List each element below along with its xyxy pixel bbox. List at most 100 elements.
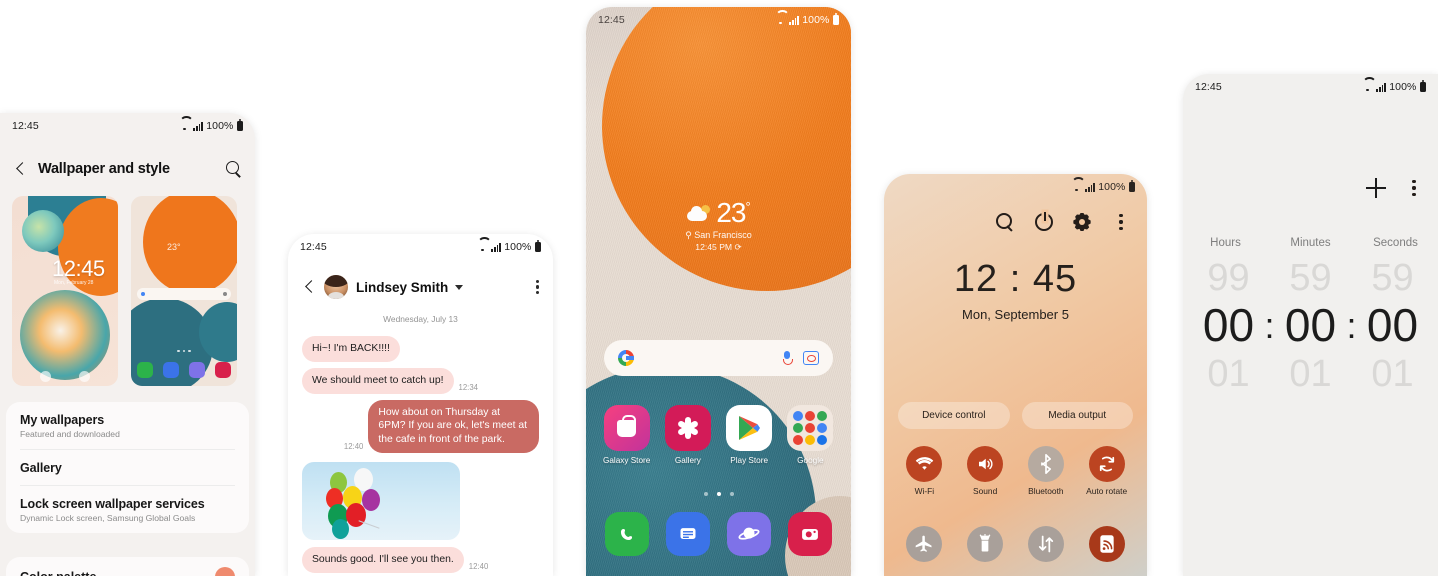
battery-icon	[236, 119, 243, 131]
wheel-row-selected: 00 : 00 : 00	[1183, 297, 1438, 355]
flashlight-icon[interactable]	[967, 526, 1004, 562]
quick-settings-header-icons	[995, 212, 1131, 232]
messages-icon[interactable]	[665, 512, 710, 556]
wheel-hours-above: 99	[1207, 257, 1250, 299]
play-store-glyph	[739, 416, 761, 440]
avatar[interactable]	[324, 275, 348, 299]
timer-wheel[interactable]: 99 59 59 00 : 00 : 00 01 01 01	[1183, 259, 1438, 393]
phone-icon[interactable]	[604, 512, 649, 556]
device-control-button[interactable]: Device control	[898, 402, 1010, 429]
battery-percent: 100%	[504, 241, 532, 253]
hotspot-icon[interactable]	[1088, 526, 1125, 562]
bluetooth-icon	[1027, 446, 1064, 482]
preview-home-searchbar	[137, 288, 231, 300]
toggle-sound[interactable]: Sound	[957, 446, 1013, 497]
toggle-wifi[interactable]: Wi-Fi	[896, 446, 952, 497]
app-gallery[interactable]: Gallery	[659, 405, 717, 465]
wallpaper-previews: 12:45 Mon, February 28 23°	[12, 196, 243, 386]
app-galaxy-store[interactable]: Galaxy Store	[598, 405, 656, 465]
back-icon[interactable]	[302, 279, 318, 295]
signal-icon	[789, 15, 800, 25]
page-title: Wallpaper and style	[38, 161, 170, 177]
app-label: Gallery	[674, 456, 701, 465]
color-palette-row[interactable]: Color palette	[6, 557, 249, 576]
list-item[interactable]: Lock screen wallpaper services Dynamic L…	[20, 486, 235, 533]
page-indicator[interactable]	[586, 492, 851, 496]
weather-widget[interactable]: 23 ° ⚲ San Francisco 12:45 PM ⟳	[586, 197, 851, 253]
lock-screen-preview[interactable]: 12:45 Mon, February 28	[12, 196, 118, 386]
timer-column-labels: Hours Minutes Seconds	[1183, 237, 1438, 249]
wheel-seconds-selected[interactable]: 00	[1359, 297, 1427, 355]
message-bubble[interactable]: How about on Thursday at 6PM? If you are…	[368, 399, 539, 454]
back-icon[interactable]	[12, 160, 30, 178]
weather-degree-symbol: °	[745, 199, 750, 214]
internet-icon[interactable]	[727, 512, 772, 556]
toggle-bluetooth[interactable]: Bluetooth	[1018, 446, 1074, 497]
play-store-icon	[726, 405, 773, 451]
home-dock	[596, 512, 841, 556]
status-bar: 12:45 100%	[586, 7, 851, 33]
status-time: 12:45	[598, 14, 625, 26]
quick-settings-toggle-row-2	[894, 526, 1137, 562]
home-screen-phone: 12:45 100% 23 ° ⚲ San Francisco 12:45 PM…	[586, 7, 851, 576]
google-lens-icon[interactable]	[803, 351, 819, 365]
wheel-row-above: 99 59 59	[1183, 259, 1438, 297]
clock-date: Mon, September 5	[962, 307, 1069, 322]
plus-icon[interactable]	[1366, 178, 1386, 198]
message-thread: Hi~! I'm BACK!!!! We should meet to catc…	[288, 336, 553, 576]
column-label-hours: Hours	[1210, 237, 1241, 249]
quick-settings-pills: Device control Media output	[898, 402, 1133, 429]
power-icon[interactable]	[1035, 212, 1053, 231]
message-bubble[interactable]: We should meet to catch up!	[302, 367, 454, 394]
refresh-icon: ⟳	[734, 242, 742, 252]
gear-icon[interactable]	[1073, 213, 1091, 231]
quick-settings-clock[interactable]: 12 : 45 Mon, September 5	[884, 258, 1147, 322]
message-bubble[interactable]: Sounds good. I'll see you then.	[302, 547, 464, 573]
list-item-title: Gallery	[20, 461, 62, 475]
wifi-icon	[179, 122, 190, 131]
home-screen-preview[interactable]: 23°	[131, 196, 237, 386]
media-output-button[interactable]: Media output	[1021, 402, 1133, 429]
chevron-down-icon[interactable]	[455, 284, 464, 290]
image-attachment[interactable]	[302, 462, 460, 541]
toggle-label: Bluetooth	[1028, 486, 1064, 496]
list-item[interactable]: My wallpapers Featured and downloaded	[20, 402, 235, 450]
auto-rotate-icon	[1088, 446, 1125, 482]
wheel-hours-selected[interactable]: 00	[1195, 297, 1263, 355]
wheel-separator: :	[1264, 304, 1275, 346]
message-row: 12:40 How about on Thursday at 6PM? If y…	[302, 399, 539, 454]
more-vertical-icon[interactable]	[1404, 178, 1424, 198]
more-vertical-icon[interactable]	[535, 279, 539, 295]
preview-lock-shortcuts	[12, 371, 118, 382]
status-bar: 100%	[884, 174, 1147, 200]
wifi-icon	[1362, 83, 1373, 92]
microphone-icon[interactable]	[783, 351, 793, 365]
wheel-minutes-selected[interactable]: 00	[1277, 297, 1345, 355]
message-timestamp: 12:40	[343, 442, 364, 452]
camera-icon[interactable]	[788, 512, 833, 556]
message-bubble[interactable]: Hi~! I'm BACK!!!!	[302, 336, 400, 362]
galaxy-store-icon	[603, 405, 650, 451]
search-icon[interactable]	[995, 212, 1015, 232]
preview-home-temp: 23°	[167, 242, 181, 252]
color-swatch-icon[interactable]	[215, 567, 235, 576]
airplane-icon[interactable]	[906, 526, 943, 562]
more-vertical-icon[interactable]	[1111, 212, 1131, 232]
date-separator: Wednesday, July 13	[383, 314, 458, 324]
search-icon[interactable]	[225, 160, 243, 178]
app-google-folder[interactable]: Google	[781, 405, 839, 465]
list-item-subtitle: Featured and downloaded	[20, 429, 120, 439]
app-play-store[interactable]: Play Store	[720, 405, 778, 465]
message-timestamp: 12:34	[458, 382, 479, 392]
toggle-auto-rotate[interactable]: Auto rotate	[1079, 446, 1135, 497]
list-item-title: Lock screen wallpaper services	[20, 497, 205, 511]
wifi-icon	[477, 243, 488, 252]
battery-percent: 100%	[1389, 81, 1417, 93]
list-item[interactable]: Gallery	[20, 450, 235, 486]
gallery-icon	[664, 405, 711, 451]
message-timestamp: 12:40	[468, 561, 489, 571]
wallpaper-and-style-phone: 12:45 100% Wallpaper and style 12:45 Mon…	[0, 113, 255, 576]
column-label-seconds: Seconds	[1373, 237, 1418, 249]
google-search-bar[interactable]	[604, 340, 833, 376]
mobile-data-icon[interactable]	[1027, 526, 1064, 562]
